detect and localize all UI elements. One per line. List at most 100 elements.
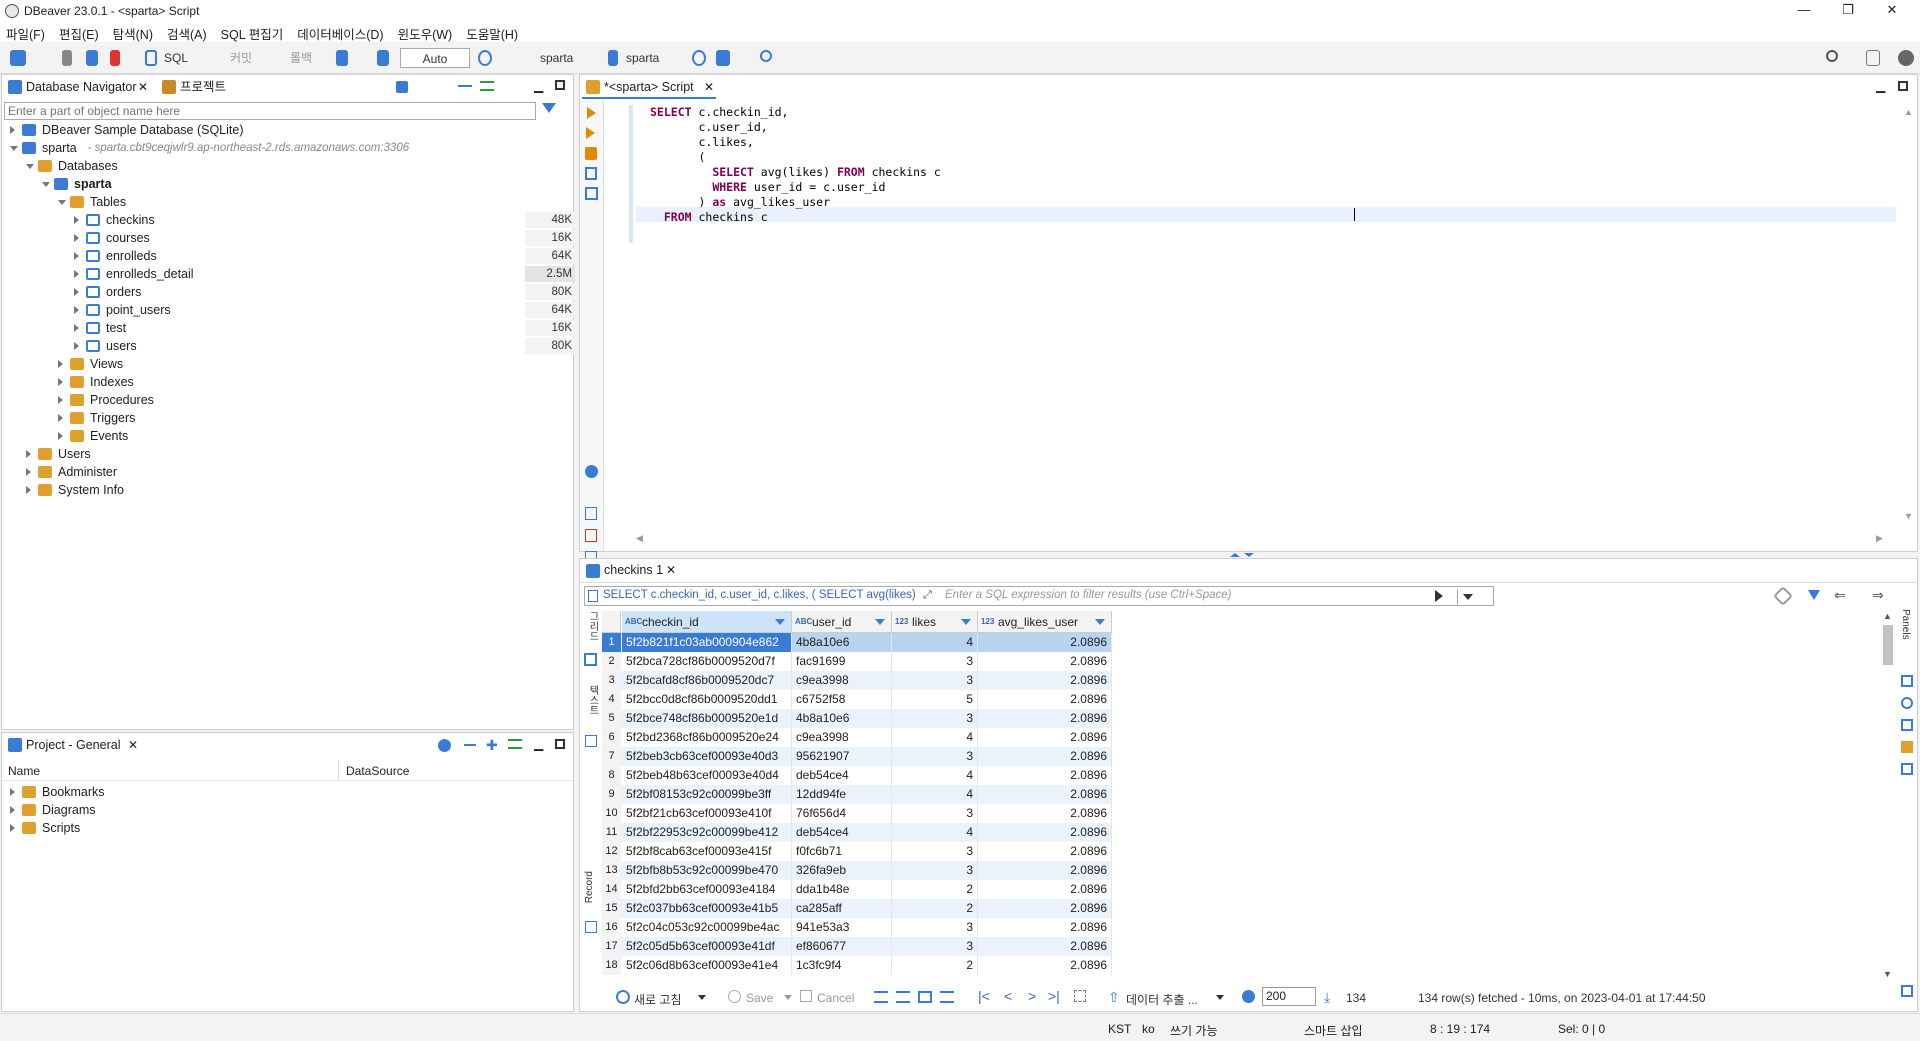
menu-file[interactable]: 파일(F) [6,22,53,42]
table-row[interactable]: 15 5f2c037bb63cef00093e41b5 ca285aff 2 2.089… [602,899,1112,918]
table-cell[interactable]: 4b8a10e6 [792,633,892,652]
collapsed-chevron-icon[interactable] [74,306,79,314]
datasource-selector[interactable]: sparta [540,48,573,68]
first-page-icon[interactable]: |< [978,988,990,1004]
collapsed-chevron-icon[interactable] [74,216,79,224]
execute-script-icon[interactable] [586,127,595,139]
table-cell[interactable]: deb54ce4 [792,766,892,785]
table-cell[interactable]: deb54ce4 [792,823,892,842]
grid-view-tab[interactable]: 그리드 [584,611,598,641]
table-cell[interactable]: 2.0896 [978,690,1112,709]
collapsed-chevron-icon[interactable] [74,288,79,296]
grouping-panel-icon[interactable] [1901,741,1913,753]
table-row[interactable]: 10 5f2bf21cb63cef00093e410f 76f656d4 3 2.089… [602,804,1112,823]
row-number[interactable]: 8 [602,766,621,785]
tree-item[interactable]: enrolleds_detail 2.5M [2,265,575,283]
row-number[interactable]: 16 [602,918,621,937]
table-cell[interactable]: 4 [892,766,978,785]
row-number[interactable]: 14 [602,880,621,899]
table-cell[interactable]: c9ea3998 [792,728,892,747]
table-cell[interactable]: 2.0896 [978,861,1112,880]
table-row[interactable]: 18 5f2c06d8b63cef00093e41e4 1c3fc9f4 2 2.089… [602,956,1112,975]
table-cell[interactable]: 5 [892,690,978,709]
table-cell[interactable]: 5f2bce748cf86b0009520e1d [622,709,792,728]
maximize-panel-icon[interactable] [555,739,565,749]
execute-new-tab-icon[interactable] [585,147,597,160]
table-cell[interactable]: 2.0896 [978,937,1112,956]
table-row[interactable]: 17 5f2c05d5b63cef00093e41df ef860677 3 2.089… [602,937,1112,956]
row-number[interactable]: 11 [602,823,621,842]
table-cell[interactable]: 5f2bf8cab63cef00093e415f [622,842,792,861]
expanded-chevron-icon[interactable] [42,182,50,187]
menu-window[interactable]: 윈도우(W) [398,22,461,42]
close-icon[interactable]: ✕ [666,559,676,582]
menu-help[interactable]: 도움말(H) [466,22,526,42]
table-cell[interactable]: 5f2c037bb63cef00093e41b5 [622,899,792,918]
table-row[interactable]: 13 5f2bfb8b53c92c00099be470 326fa9eb 3 2.089… [602,861,1112,880]
table-cell[interactable]: 3 [892,842,978,861]
text-view-tab[interactable]: 텍스트 [584,685,598,715]
tree-item[interactable]: Events [2,427,573,445]
splitter-handle[interactable] [1230,553,1260,557]
query-preview[interactable]: SELECT c.checkin_id, c.user_id, c.likes,… [603,589,933,601]
history-icon[interactable] [478,50,492,66]
collapsed-chevron-icon[interactable] [58,432,63,440]
text-icon[interactable] [585,735,597,747]
lock-icon[interactable] [377,50,389,66]
table-cell[interactable]: 4 [892,633,978,652]
record-view-tab[interactable]: Record [584,871,598,903]
collapse-all-icon[interactable] [458,85,472,87]
transaction-auto-select[interactable]: Auto [400,48,470,68]
row-count-icon[interactable]: ⤓ [1324,989,1330,1006]
column-filter-icon[interactable] [775,619,785,625]
cancel-button[interactable]: Cancel [817,991,854,1005]
table-cell[interactable]: dda1b48e [792,880,892,899]
row-number[interactable]: 3 [602,671,621,690]
panels-tab[interactable]: Panels [1900,609,1911,640]
configure-icon[interactable]: ✚ [486,737,498,754]
disconnect-icon[interactable] [110,50,120,66]
row-number[interactable]: 5 [602,709,621,728]
maximize-panel-icon[interactable] [555,80,565,90]
grid-icon[interactable] [584,653,597,666]
settings-gear-icon[interactable] [1242,990,1255,1003]
table-row[interactable]: 2 5f2bca728cf86b0009520d7f fac91699 3 2.0896 [602,652,1112,671]
splitter-down-icon[interactable] [1244,553,1254,557]
table-row[interactable]: 14 5f2bfd2bb63cef00093e4184 dda1b48e 2 2.089… [602,880,1112,899]
tree-item[interactable]: test 16K [2,319,575,337]
search-icon[interactable] [760,50,772,62]
transaction-mode-icon[interactable] [336,50,348,66]
table-cell[interactable]: 3 [892,747,978,766]
refresh-button[interactable]: 새로 고침 [634,991,682,1008]
column-header-checkin-id[interactable]: ABC checkin_id [622,611,792,633]
sql-code-area[interactable]: SELECT c.checkin_id, c.user_id, c.likes,… [650,105,941,225]
table-cell[interactable]: 941e53a3 [792,918,892,937]
table-cell[interactable]: ca285aff [792,899,892,918]
previous-page-icon[interactable]: < [1004,988,1012,1004]
column-name[interactable]: Name [8,764,40,778]
table-cell[interactable]: 2.0896 [978,956,1112,975]
scroll-thumb[interactable] [1883,625,1893,665]
table-cell[interactable]: 3 [892,937,978,956]
splitter-up-icon[interactable] [1230,553,1240,557]
row-number[interactable]: 12 [602,842,621,861]
grid-vertical-scrollbar[interactable]: ▲ ▼ [1881,611,1895,983]
table-cell[interactable]: 5f2c04c053c92c00099be4ac [622,918,792,937]
erd-icon[interactable] [716,50,730,66]
value-panel-icon[interactable] [1901,675,1913,687]
table-cell[interactable]: 2.0896 [978,671,1112,690]
table-cell[interactable]: 4 [892,728,978,747]
close-button[interactable]: ✕ [1872,2,1912,20]
edit-icon[interactable] [874,991,888,1003]
gear-icon[interactable] [438,739,451,752]
references-panel-icon[interactable] [1901,719,1913,731]
collapsed-chevron-icon[interactable] [74,324,79,332]
minimize-button[interactable]: — [1784,2,1824,20]
table-cell[interactable]: 95621907 [792,747,892,766]
table-cell[interactable]: 2.0896 [978,709,1112,728]
global-search-icon[interactable] [1826,50,1838,62]
menu-search[interactable]: 검색(A) [167,22,215,42]
save-button[interactable]: Save [746,991,773,1005]
row-number[interactable]: 4 [602,690,621,709]
tree-item[interactable]: System Info [2,481,573,499]
